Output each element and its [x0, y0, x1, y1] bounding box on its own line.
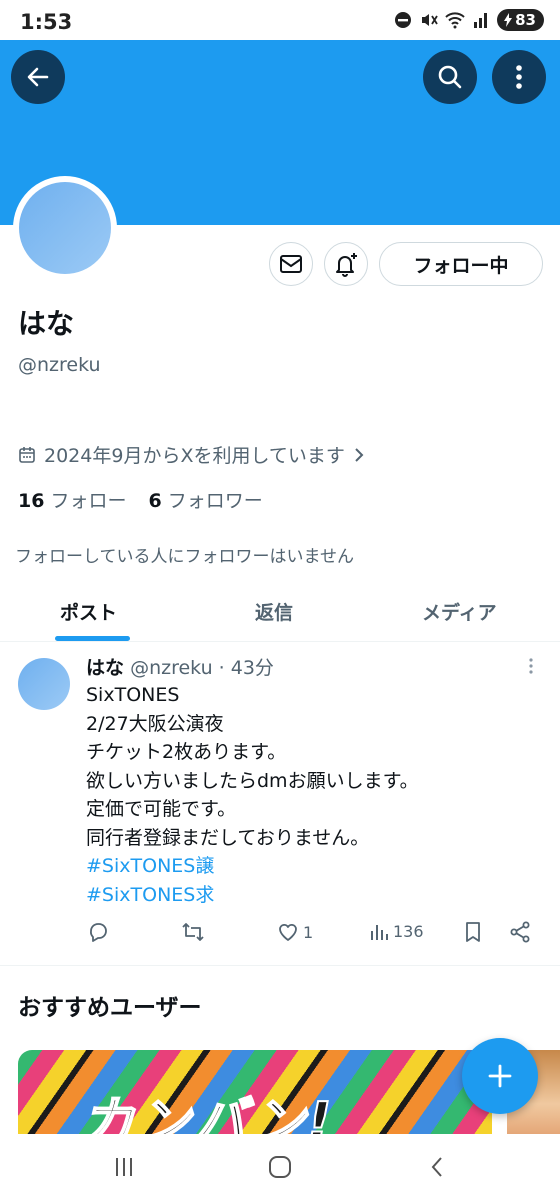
analytics-icon — [371, 925, 388, 940]
share-button[interactable] — [509, 921, 531, 943]
tweet[interactable]: はな @nzreku · 43分 SixTONES 2/27大阪公演夜 チケット… — [0, 643, 560, 966]
reply-button[interactable] — [87, 921, 109, 943]
back-button[interactable] — [11, 50, 65, 104]
signal-icon — [471, 10, 491, 30]
back-chevron-icon — [431, 1157, 442, 1177]
recommended-card-text: カンバン! — [79, 1090, 334, 1140]
repost-button[interactable] — [181, 921, 205, 943]
wifi-icon — [445, 10, 465, 30]
tweet-body: SixTONES 2/27大阪公演夜 チケット2枚あります。 欲しい方いましたら… — [86, 681, 526, 909]
message-button[interactable] — [269, 242, 313, 286]
bell-plus-icon — [336, 253, 357, 277]
home-icon — [269, 1156, 291, 1178]
mute-icon — [419, 10, 439, 30]
like-button[interactable]: 1 — [277, 921, 313, 943]
repost-icon — [182, 923, 204, 941]
view-count: 136 — [393, 921, 424, 941]
battery-indicator: 83 — [497, 9, 544, 31]
tweet-line: SixTONES — [86, 684, 180, 706]
reply-icon — [90, 923, 107, 942]
tweet-more-button[interactable] — [528, 657, 534, 679]
mail-icon — [280, 255, 302, 273]
following-link[interactable]: 16 フォロー — [18, 486, 126, 513]
joined-date[interactable]: 2024年9月からXを利用しています — [18, 441, 365, 468]
share-icon — [510, 921, 530, 943]
tweet-line: 欲しい方いましたらdmお願いします。 — [86, 769, 419, 792]
tab-posts[interactable]: ポスト — [60, 598, 117, 625]
tab-replies[interactable]: 返信 — [255, 598, 293, 625]
chevron-right-icon — [355, 447, 364, 462]
more-vertical-icon — [529, 658, 533, 674]
mutual-followers-note: フォローしている人にフォロワーはいません — [15, 547, 354, 567]
tweet-line: 定価で可能です。 — [86, 798, 237, 820]
tweet-avatar[interactable] — [18, 658, 70, 710]
like-count: 1 — [303, 922, 314, 942]
notification-button[interactable] — [324, 242, 368, 286]
search-button[interactable] — [423, 50, 477, 104]
tweet-header: はな @nzreku · 43分 — [86, 653, 274, 680]
tab-media[interactable]: メディア — [422, 598, 497, 625]
following-label: フォロー — [50, 490, 127, 512]
back-nav-button[interactable] — [417, 1152, 457, 1182]
recent-apps-button[interactable] — [104, 1152, 144, 1182]
views-button[interactable]: 136 — [369, 921, 424, 941]
system-nav-bar — [0, 1134, 560, 1200]
display-name: はな — [18, 307, 75, 340]
do-not-disturb-icon — [393, 10, 413, 30]
joined-text: 2024年9月からXを利用しています — [44, 445, 345, 467]
search-icon — [438, 65, 462, 89]
heart-icon — [279, 923, 297, 941]
status-bar: 1:53 83 — [0, 0, 560, 44]
calendar-icon — [19, 446, 35, 463]
bookmark-button[interactable] — [464, 921, 482, 943]
battery-level: 83 — [515, 11, 536, 29]
followers-label: フォロワー — [167, 490, 263, 512]
bookmark-icon — [466, 922, 480, 942]
followers-count: 6 — [148, 490, 162, 512]
more-vertical-icon — [516, 65, 522, 89]
back-arrow-icon — [27, 67, 49, 87]
more-options-button[interactable] — [492, 50, 546, 104]
user-handle: @nzreku — [18, 354, 101, 376]
status-time: 1:53 — [20, 10, 73, 34]
tweet-author-name: はな — [86, 657, 125, 679]
status-icons: 83 — [393, 9, 544, 31]
tweet-line: チケット2枚あります。 — [86, 741, 287, 763]
followers-link[interactable]: 6 フォロワー — [148, 486, 262, 513]
recommended-user-card[interactable]: カンバン! — [18, 1050, 492, 1140]
compose-post-button[interactable] — [462, 1038, 538, 1114]
hashtag-link[interactable]: #SixTONES求 — [86, 881, 526, 910]
tweet-line: 同行者登録まだしておりません。 — [86, 826, 370, 849]
following-button[interactable]: フォロー中 — [379, 242, 543, 286]
recent-apps-icon — [116, 1158, 132, 1176]
home-button[interactable] — [260, 1152, 300, 1182]
tweet-actions: 1 136 — [0, 921, 560, 951]
profile-tabs: ポスト 返信 メディア — [0, 586, 560, 642]
following-count: 16 — [18, 490, 45, 512]
tweet-meta: @nzreku · 43分 — [130, 657, 274, 679]
recommended-users-title: おすすめユーザー — [18, 995, 202, 1021]
hashtag-link[interactable]: #SixTONES譲 — [86, 852, 526, 881]
tweet-line: 2/27大阪公演夜 — [86, 712, 224, 735]
battery-charging-icon — [504, 13, 513, 27]
profile-avatar[interactable] — [19, 182, 111, 274]
plus-icon — [488, 1064, 512, 1088]
active-tab-indicator — [55, 636, 130, 641]
follow-stats: 16 フォロー 6 フォロワー — [18, 486, 263, 513]
